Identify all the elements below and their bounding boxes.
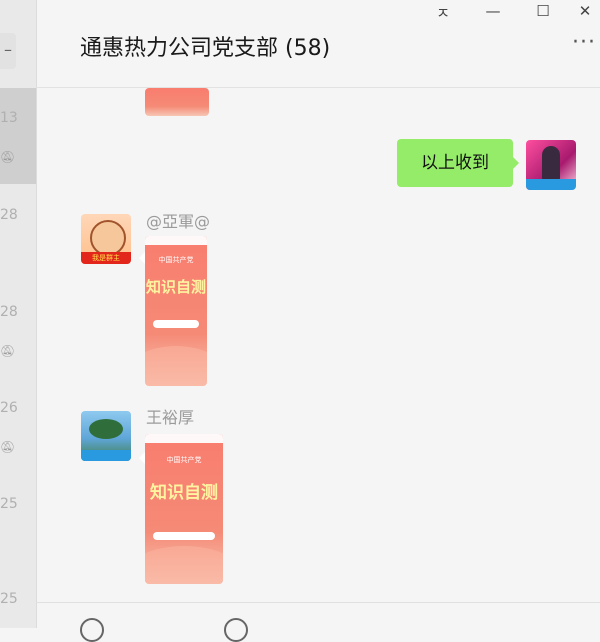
session-time: 13 [0, 110, 18, 126]
avatar-sender[interactable] [81, 411, 131, 461]
chat-history-icon[interactable] [224, 618, 248, 642]
session-item-selected[interactable] [0, 88, 36, 184]
session-time: 25 [0, 496, 18, 512]
sender-name: 王裕厚 [146, 408, 195, 427]
session-time: 28 [0, 207, 18, 223]
mute-icon: 🔕︎ [0, 150, 16, 164]
card-subtitle: 中国共产党 [158, 256, 194, 264]
session-time: 28 [0, 304, 18, 320]
mini-program-card[interactable]: 中国共产党 知识自测 [145, 434, 223, 584]
mini-program-card[interactable]: 中国共产党 知识自测 [145, 236, 207, 386]
session-time: 26 [0, 400, 18, 416]
emoji-icon[interactable] [80, 618, 104, 642]
close-icon[interactable]: ✕ [574, 2, 596, 20]
card-subtitle: 中国共产党 [166, 456, 202, 464]
add-button[interactable]: – [0, 33, 16, 69]
pin-icon[interactable]: ㅈ [432, 2, 454, 23]
chat-title: 通惠热力公司党支部 (58) [80, 36, 331, 61]
message-bubble-self[interactable]: 以上收到 [397, 139, 519, 187]
maximize-icon[interactable]: ☐ [532, 2, 554, 20]
input-divider [36, 602, 600, 603]
session-time: 25 [0, 591, 18, 607]
sender-name: @亞軍@ [146, 212, 211, 231]
mini-program-card[interactable] [145, 88, 209, 116]
more-options-icon[interactable]: ··· [572, 32, 596, 54]
mute-icon: 🔕︎ [0, 440, 16, 454]
mute-icon: 🔕︎ [0, 344, 16, 358]
minimize-icon[interactable]: — [482, 2, 504, 20]
avatar-badge: 我是群主 [81, 252, 131, 264]
header-divider [36, 87, 600, 88]
card-title: 知识自测 [145, 278, 206, 296]
avatar-sender[interactable]: 我是群主 [81, 214, 131, 264]
card-title: 知识自测 [150, 483, 218, 503]
avatar-self[interactable] [526, 140, 576, 190]
